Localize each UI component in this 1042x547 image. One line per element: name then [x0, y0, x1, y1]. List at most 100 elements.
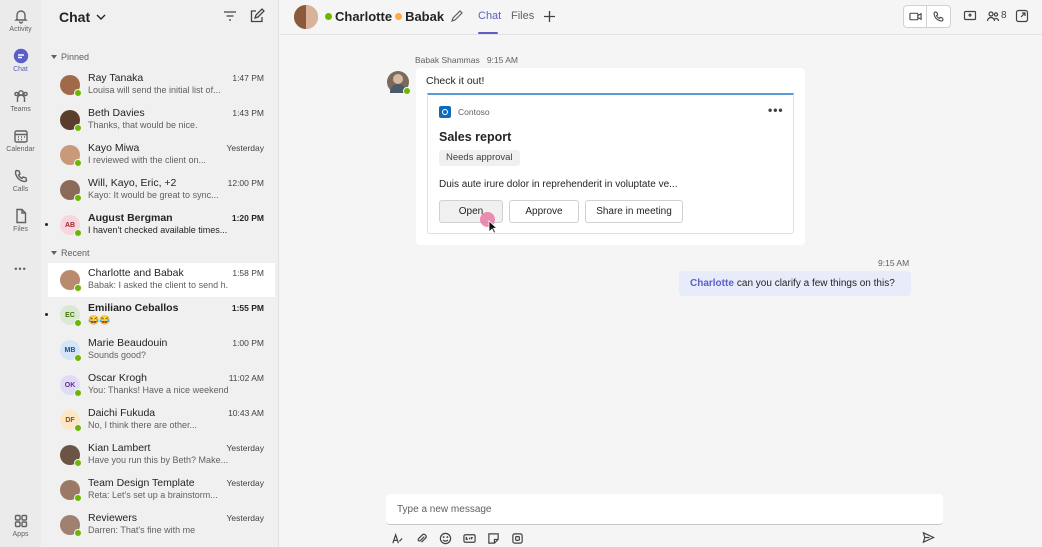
- share-screen-icon[interactable]: [963, 9, 977, 23]
- phone-icon: [933, 11, 944, 22]
- chat-item-text: Kayo Miwa Yesterday I reviewed with the cl…: [88, 140, 268, 170]
- video-call-button[interactable]: [904, 6, 928, 27]
- rail-more[interactable]: •••: [0, 249, 41, 289]
- presence-available-icon: [74, 389, 82, 397]
- chat-list-item[interactable]: Charlotte and Babak 1:58 PM Babak: I asked…: [48, 263, 275, 297]
- chat-list-item[interactable]: MB Marie Beaudouin 1:00 PM Sounds good?: [48, 333, 275, 367]
- filter-icon[interactable]: [222, 8, 238, 24]
- format-button[interactable]: [390, 531, 404, 545]
- chat-item-preview: Sounds good?: [88, 350, 147, 360]
- share-in-meeting-button[interactable]: Share in meeting: [585, 200, 683, 223]
- avatar-initials: AB: [64, 221, 76, 229]
- pop-out-icon[interactable]: [1015, 9, 1029, 23]
- chat-item-time: 1:00 PM: [232, 338, 264, 348]
- message-sender: Babak Shammas: [415, 55, 480, 65]
- new-chat-icon[interactable]: [249, 8, 265, 24]
- chat-item-preview: Babak: I asked the client to send h...: [88, 280, 228, 290]
- caret-down-icon: [51, 251, 57, 255]
- send-button[interactable]: [922, 531, 936, 545]
- contoso-logo-icon: [439, 106, 451, 118]
- section-pinned[interactable]: Pinned: [51, 52, 89, 62]
- chat-list-item[interactable]: DF Daichi Fukuda 10:43 AM No, I think there…: [48, 403, 275, 437]
- chat-list-item[interactable]: Ray Tanaka 1:47 PM Louisa will send the in…: [48, 68, 275, 102]
- rail-chat[interactable]: Chat: [0, 40, 41, 80]
- rail-label: Teams: [10, 105, 31, 113]
- chat-item-text: Oscar Krogh 11:02 AM You: Thanks! Have a n…: [88, 370, 268, 400]
- chat-list-item[interactable]: EC Emiliano Ceballos 1:55 PM 😂😂: [45, 298, 275, 332]
- emoji-button[interactable]: [438, 531, 452, 545]
- chat-item-preview: Kayo: It would be great to sync...: [88, 190, 219, 200]
- chat-item-text: Team Design Template Yesterday Reta: Let's…: [88, 475, 268, 505]
- group-avatar[interactable]: [294, 5, 318, 29]
- chat-item-name: Marie Beaudouin: [88, 337, 168, 349]
- chat-item-text: Charlotte and Babak 1:58 PM Babak: I asked…: [88, 265, 268, 295]
- presence-available-icon: [74, 529, 82, 537]
- rail-apps[interactable]: Apps: [0, 505, 41, 545]
- section-recent[interactable]: Recent: [51, 248, 90, 258]
- approve-button[interactable]: Approve: [509, 200, 579, 223]
- message-bubble[interactable]: Check it out! Contoso ••• Sales report N…: [416, 68, 805, 245]
- presence-available-icon: [325, 13, 332, 20]
- people-icon[interactable]: [986, 9, 1000, 23]
- gif-button[interactable]: [462, 531, 476, 545]
- avatar: [60, 110, 82, 132]
- presence-available-icon: [74, 494, 82, 502]
- rail-files[interactable]: Files: [0, 200, 41, 240]
- chat-item-text: Marie Beaudouin 1:00 PM Sounds good?: [88, 335, 268, 365]
- presence-available-icon: [403, 87, 411, 95]
- avatar-initials: OK: [64, 381, 76, 389]
- avatar: [60, 480, 82, 502]
- participant-count[interactable]: 8: [1001, 10, 1007, 21]
- tab-chat[interactable]: Chat: [478, 10, 501, 22]
- chat-list-item[interactable]: Team Design Template Yesterday Reta: Let's…: [48, 473, 275, 507]
- audio-call-button[interactable]: [927, 6, 950, 27]
- more-options-icon[interactable]: •••: [768, 103, 784, 117]
- card-app-name: Contoso: [458, 107, 490, 117]
- mention[interactable]: Charlotte: [690, 278, 734, 289]
- rail-teams[interactable]: Teams: [0, 80, 41, 120]
- add-tab-icon[interactable]: [543, 10, 556, 23]
- participant-name-2: Babak: [405, 9, 445, 24]
- chat-list-item[interactable]: Kayo Miwa Yesterday I reviewed with the cl…: [48, 138, 275, 172]
- tab-files[interactable]: Files: [511, 10, 534, 22]
- chat-list-item[interactable]: AB August Bergman 1:20 PM I haven't checked…: [45, 208, 275, 242]
- chat-item-text: Ray Tanaka 1:47 PM Louisa will send the in…: [88, 70, 268, 100]
- chat-main: Charlotte Babak Chat Files 8 Babak Shamm…: [280, 0, 1042, 547]
- card-title: Sales report: [439, 130, 512, 144]
- chat-item-time: 11:02 AM: [228, 373, 264, 383]
- sticker-button[interactable]: [486, 531, 500, 545]
- compose-toolbar: [390, 531, 524, 545]
- chat-list-item[interactable]: Beth Davies 1:43 PM Thanks, that would be …: [48, 103, 275, 137]
- chat-list-item[interactable]: Will, Kayo, Eric, +2 12:00 PM Kayo: It wou…: [48, 173, 275, 207]
- presence-available-icon: [74, 319, 82, 327]
- emoji-icon: [439, 532, 451, 544]
- rail-activity[interactable]: Activity: [0, 0, 41, 40]
- gif-icon: [462, 533, 476, 543]
- rail-calendar[interactable]: Calendar: [0, 120, 41, 160]
- chevron-down-icon[interactable]: [94, 10, 108, 24]
- chat-item-text: August Bergman 1:20 PM I haven't checked a…: [88, 210, 268, 240]
- avatar: EC: [60, 305, 82, 327]
- chat-list-item[interactable]: OK Oscar Krogh 11:02 AM You: Thanks! Have a…: [48, 368, 275, 402]
- card-body-text: Duis aute irure dolor in reprehenderit i…: [439, 179, 678, 190]
- chat-title[interactable]: Charlotte Babak: [325, 9, 444, 24]
- pencil-icon[interactable]: [450, 9, 464, 23]
- chat-item-time: Yesterday: [226, 513, 265, 523]
- rail-label: Apps: [12, 530, 29, 538]
- attach-button[interactable]: [414, 531, 428, 545]
- loop-button[interactable]: [510, 531, 524, 545]
- avatar[interactable]: [387, 71, 411, 95]
- message-bubble-outgoing[interactable]: Charlotte can you clarify a few things o…: [679, 271, 911, 296]
- chat-list-item[interactable]: Kian Lambert Yesterday Have you run this b…: [48, 438, 275, 472]
- avatar-initials: MB: [64, 346, 76, 354]
- presence-available-icon: [74, 459, 82, 467]
- rail-calls[interactable]: Calls: [0, 160, 41, 200]
- chat-list-title[interactable]: Chat: [59, 9, 90, 25]
- chat-list-item[interactable]: Reviewers Yesterday Darren: That's fine wi…: [48, 508, 275, 542]
- chat-item-name: Oscar Krogh: [88, 372, 147, 384]
- chat-item-name: Beth Davies: [88, 107, 145, 119]
- avatar: MB: [60, 340, 82, 362]
- message-input[interactable]: [397, 501, 917, 517]
- avatar: [60, 75, 82, 97]
- presence-available-icon: [74, 424, 82, 432]
